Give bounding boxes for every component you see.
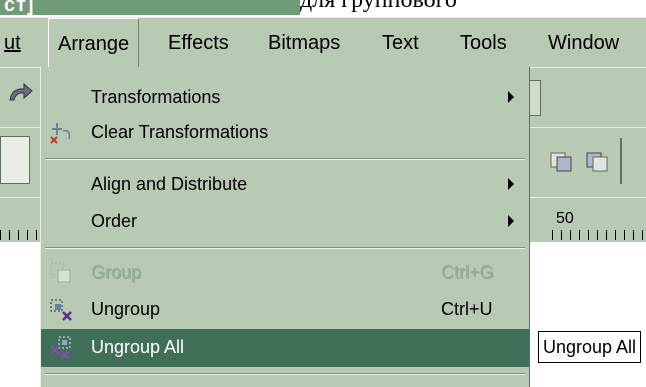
- ruler-ticks-left: [0, 230, 40, 240]
- menu-separator: [45, 373, 525, 375]
- submenu-arrow-icon: [508, 178, 514, 190]
- menu-item-label: Ungroup All: [91, 337, 185, 357]
- menu-window-label: Window: [548, 32, 620, 54]
- title-bar: ст]: [0, 0, 300, 16]
- menu-arrange[interactable]: Arrange: [48, 18, 140, 69]
- menu-item-group[interactable]: Group Ctrl+G: [41, 254, 529, 292]
- window-title: ст]: [4, 0, 35, 16]
- ungroup-all-icon: [49, 336, 73, 360]
- menu-item-label: Align and Distribute: [91, 174, 248, 194]
- menu-bar: ut Arrange Effects Bitmaps Text Tools Wi…: [0, 17, 646, 69]
- menu-separator: [45, 158, 525, 160]
- toolbar-field-edge: [530, 80, 541, 116]
- tooltip: Ungroup All: [538, 331, 642, 363]
- menu-item-label: Group: [91, 262, 142, 282]
- menu-arrange-label: Arrange: [58, 33, 130, 55]
- background-document-text: для группового: [300, 0, 457, 13]
- property-bar-icon-1[interactable]: [548, 148, 574, 174]
- group-icon: [49, 261, 73, 285]
- menu-item-shortcut: Ctrl+U: [441, 299, 493, 319]
- menu-text-label: Text: [382, 32, 419, 54]
- menu-effects[interactable]: Effects: [168, 18, 229, 68]
- redo-icon[interactable]: [6, 80, 34, 108]
- ruler-ticks-right: [552, 230, 646, 240]
- menu-item-order[interactable]: Order: [41, 203, 529, 241]
- toolbar-separator: [620, 138, 622, 184]
- clear-transformations-icon: [49, 121, 73, 145]
- submenu-arrow-icon: [508, 91, 514, 103]
- ungroup-icon: [49, 298, 73, 322]
- ruler-number: 50: [556, 210, 574, 227]
- menu-item-label: Order: [91, 211, 138, 231]
- menu-layout-label: ut: [4, 32, 21, 54]
- menu-item-align-and-distribute[interactable]: Align and Distribute: [41, 166, 529, 204]
- menu-layout[interactable]: ut: [4, 18, 21, 68]
- property-field-edge: [0, 136, 30, 184]
- property-bar-icon-2[interactable]: [584, 148, 610, 174]
- menu-text[interactable]: Text: [382, 18, 419, 68]
- menu-effects-label: Effects: [168, 32, 229, 54]
- window-top-strip: ст] для группового: [0, 0, 646, 17]
- submenu-arrow-icon: [508, 215, 514, 227]
- menu-item-ungroup-all[interactable]: Ungroup All: [41, 329, 529, 367]
- menu-item-label: Clear Transformations: [91, 122, 269, 142]
- menu-item-ungroup[interactable]: Ungroup Ctrl+U: [41, 291, 529, 329]
- menu-item-transformations[interactable]: Transformations: [41, 79, 529, 117]
- menu-tools-label: Tools: [460, 32, 507, 54]
- menu-item-clear-transformations[interactable]: Clear Transformations: [41, 114, 529, 152]
- menu-bitmaps[interactable]: Bitmaps: [268, 18, 340, 68]
- menu-item-label: Transformations: [91, 87, 221, 107]
- menu-item-label: Ungroup: [91, 299, 161, 319]
- menu-tools[interactable]: Tools: [460, 18, 507, 68]
- menu-item-shortcut: Ctrl+G: [441, 262, 494, 282]
- menu-bitmaps-label: Bitmaps: [268, 32, 341, 54]
- menu-window[interactable]: Window: [548, 18, 619, 68]
- arrange-dropdown-menu: Transformations Clear Transformations Al…: [40, 67, 530, 387]
- menu-separator: [45, 247, 525, 249]
